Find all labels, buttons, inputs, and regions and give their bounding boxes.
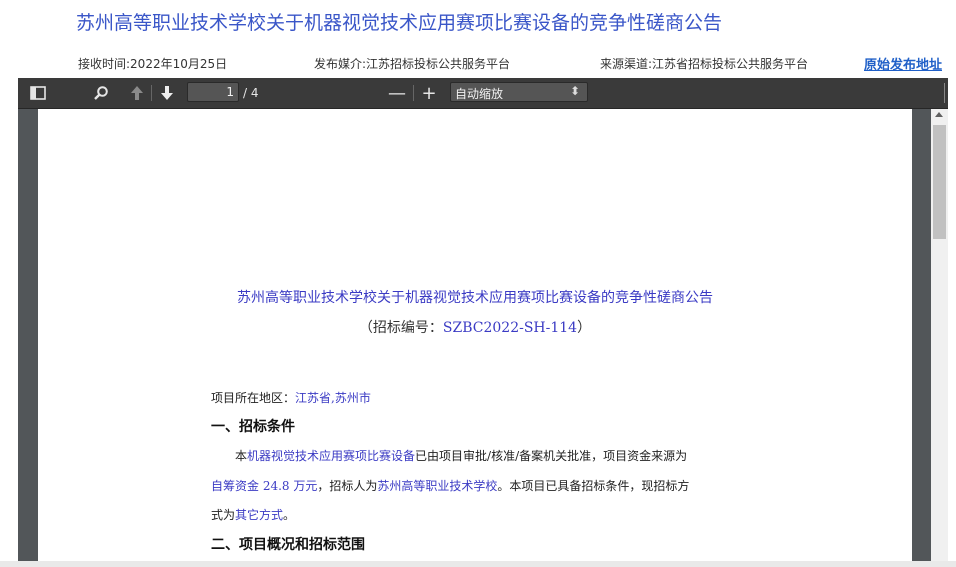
bottom-strip xyxy=(0,561,956,567)
p3-end: 。 xyxy=(283,508,296,522)
page-number-input[interactable] xyxy=(187,82,239,102)
region-label: 项目所在地区： xyxy=(211,391,296,405)
pdf-toolbar: / 4 — + 自动缩放 ⬍ xyxy=(18,78,948,109)
fund-amount: 自筹资金 24.8 万元 xyxy=(211,479,318,493)
tenderer-name: 苏州高等职业技术学校 xyxy=(377,479,498,493)
previous-page-button[interactable] xyxy=(128,84,146,102)
paragraph-line-1: 本机器视觉技术应用赛项比赛设备已由项目审批/核准/备案机关批准，项目资金来源为 xyxy=(235,447,775,464)
p1-rest: 已由项目审批/核准/备案机关批准，项目资金来源为 xyxy=(415,449,688,463)
received-time: 接收时间:2022年10月25日 xyxy=(78,57,228,71)
source-channel: 来源渠道:江苏省招标投标公共服务平台 xyxy=(600,57,809,71)
page-title: 苏州高等职业技术学校关于机器视觉技术应用赛项比赛设备的竞争性磋商公告 xyxy=(76,12,723,34)
document-title: 苏州高等职业技术学校关于机器视觉技术应用赛项比赛设备的竞争性磋商公告 xyxy=(237,290,713,306)
toolbar-separator xyxy=(413,85,414,101)
project-name: 机器视觉技术应用赛项比赛设备 xyxy=(247,449,416,463)
scroll-up-arrow-icon[interactable] xyxy=(935,112,943,117)
project-region-line: 项目所在地区：江苏省,苏州市 xyxy=(211,389,751,406)
toolbar-separator xyxy=(944,83,945,103)
sidebar-toggle-icon xyxy=(30,86,46,100)
arrow-up-icon xyxy=(131,86,143,100)
region-value: 江苏省,苏州市 xyxy=(295,391,371,405)
zoom-out-button[interactable]: — xyxy=(388,83,406,104)
document-page: 苏州高等职业技术学校关于机器视觉技术应用赛项比赛设备的竞争性磋商公告 （招标编号… xyxy=(38,109,912,567)
vertical-scrollbar[interactable] xyxy=(931,109,948,567)
pdf-viewer: / 4 — + 自动缩放 ⬍ 苏州高等职业技术学校关于机器视觉技术应用赛项比赛设… xyxy=(18,78,948,567)
find-button[interactable] xyxy=(92,84,110,102)
tender-code-line: （招标编号：SZBC2022-SH-114） xyxy=(38,317,912,337)
search-icon xyxy=(94,86,108,100)
zoom-select-value: 自动缩放 xyxy=(455,87,504,101)
page-count: / 4 xyxy=(243,86,259,100)
toolbar-separator xyxy=(151,85,152,101)
scrollbar-thumb[interactable] xyxy=(933,125,946,239)
publish-media: 发布媒介:江苏招标投标公共服务平台 xyxy=(314,57,511,71)
tender-code-prefix: （招标编号： xyxy=(358,320,443,336)
tender-code: SZBC2022-SH-114 xyxy=(442,320,578,336)
chevron-updown-icon: ⬍ xyxy=(569,84,580,98)
p2-rest: 。本项目已具备招标条件，现招标方 xyxy=(497,479,690,493)
paragraph-line-2: 自筹资金 24.8 万元，招标人为苏州高等职业技术学校。本项目已具备招标条件，现… xyxy=(211,477,751,494)
zoom-select[interactable]: 自动缩放 ⬍ xyxy=(450,82,588,102)
tender-method: 其它方式 xyxy=(235,508,284,522)
p2-mid: ，招标人为 xyxy=(317,479,378,493)
p1-indent: 本 xyxy=(235,449,248,463)
next-page-button[interactable] xyxy=(158,84,176,102)
tender-code-suffix: ） xyxy=(577,320,592,336)
section-heading-2: 二、项目概况和招标范围 xyxy=(211,537,365,553)
arrow-down-icon xyxy=(161,86,173,100)
p3-lead: 式为 xyxy=(211,508,236,522)
paragraph-line-3: 式为其它方式。 xyxy=(211,506,751,523)
section-heading-1: 一、招标条件 xyxy=(211,419,295,435)
zoom-in-button[interactable]: + xyxy=(420,83,438,104)
original-url-link[interactable]: 原始发布地址 xyxy=(864,54,942,73)
sidebar-toggle-button[interactable] xyxy=(30,86,46,100)
